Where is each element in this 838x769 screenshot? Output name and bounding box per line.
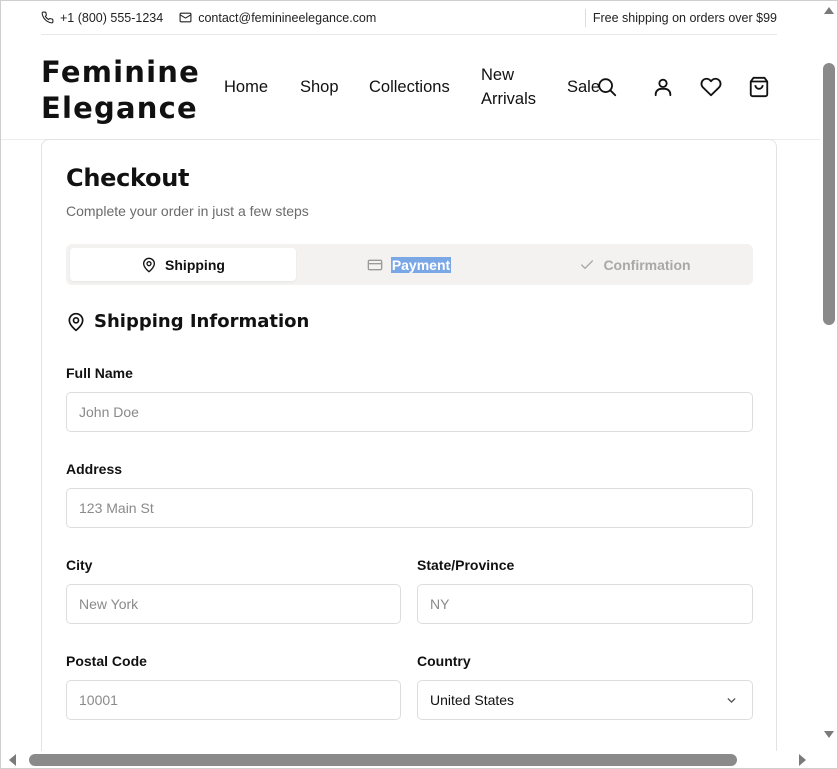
map-pin-icon bbox=[68, 312, 84, 331]
nav-new-arrivals-line1: New bbox=[481, 66, 515, 84]
scroll-down-arrow[interactable] bbox=[824, 731, 834, 738]
site-header: Feminine Elegance Home Shop Collections … bbox=[1, 36, 837, 140]
mail-icon bbox=[179, 12, 192, 23]
tab-confirmation-label: Confirmation bbox=[603, 256, 691, 273]
address-field[interactable] bbox=[66, 488, 753, 528]
nav-home[interactable]: Home bbox=[224, 75, 268, 99]
full-name-label: Full Name bbox=[66, 365, 133, 381]
nav-collections[interactable]: Collections bbox=[369, 75, 450, 99]
site-logo[interactable]: Feminine Elegance bbox=[41, 54, 200, 126]
vertical-scrollbar[interactable] bbox=[820, 1, 837, 753]
scroll-right-arrow[interactable] bbox=[799, 754, 806, 766]
top-info-bar: +1 (800) 555-1234 contact@feminineelegan… bbox=[41, 1, 777, 35]
section-heading: Shipping Information bbox=[66, 311, 309, 332]
chevron-down-icon bbox=[727, 698, 736, 704]
heart-icon[interactable] bbox=[700, 76, 722, 98]
tab-confirmation[interactable]: Confirmation bbox=[522, 248, 748, 281]
page-subtitle: Complete your order in just a few steps bbox=[66, 203, 309, 219]
tab-payment-label: Payment bbox=[390, 256, 452, 273]
full-name-field[interactable] bbox=[66, 392, 753, 432]
phone-contact[interactable]: +1 (800) 555-1234 bbox=[41, 11, 163, 25]
horizontal-scroll-thumb[interactable] bbox=[29, 754, 737, 766]
phone-icon bbox=[41, 11, 54, 24]
shopping-bag-icon[interactable] bbox=[748, 76, 770, 98]
nav-shop[interactable]: Shop bbox=[300, 75, 339, 99]
country-label: Country bbox=[417, 653, 471, 669]
city-field[interactable] bbox=[66, 584, 401, 624]
check-icon bbox=[581, 259, 594, 269]
nav-new-arrivals-line2: Arrivals bbox=[481, 90, 537, 108]
postal-code-label: Postal Code bbox=[66, 653, 147, 669]
vertical-scroll-thumb[interactable] bbox=[823, 63, 835, 325]
state-label: State/Province bbox=[417, 557, 515, 573]
email-contact[interactable]: contact@feminineelegance.com bbox=[179, 11, 376, 25]
credit-card-icon bbox=[367, 259, 383, 270]
state-field[interactable] bbox=[417, 584, 753, 624]
phone-number: +1 (800) 555-1234 bbox=[60, 10, 164, 25]
scroll-up-arrow[interactable] bbox=[824, 7, 834, 14]
logo-line-2: Elegance bbox=[41, 91, 198, 125]
postal-code-field[interactable] bbox=[66, 680, 401, 720]
tab-shipping-label: Shipping bbox=[165, 256, 225, 273]
tab-shipping[interactable]: Shipping bbox=[70, 248, 296, 281]
nav-new-arrivals[interactable]: New Arrivals bbox=[481, 63, 536, 111]
checkout-card: Checkout Complete your order in just a f… bbox=[41, 139, 777, 768]
address-label: Address bbox=[66, 461, 123, 477]
horizontal-scrollbar[interactable] bbox=[1, 751, 837, 768]
logo-line-1: Feminine bbox=[41, 55, 200, 89]
scroll-left-arrow[interactable] bbox=[9, 754, 16, 766]
city-label: City bbox=[66, 557, 93, 573]
search-icon[interactable] bbox=[596, 76, 618, 98]
shipping-promo: Free shipping on orders over $99 bbox=[592, 11, 777, 25]
browser-viewport: +1 (800) 555-1234 contact@feminineelegan… bbox=[0, 0, 838, 769]
topbar-divider bbox=[585, 9, 586, 27]
checkout-steps: Shipping Payment Confirmation bbox=[66, 244, 753, 285]
map-pin-icon bbox=[143, 257, 156, 273]
country-select[interactable]: United States bbox=[417, 680, 753, 720]
section-heading-text: Shipping Information bbox=[94, 311, 310, 332]
tab-payment[interactable]: Payment bbox=[296, 248, 522, 281]
page-title: Checkout bbox=[66, 164, 190, 192]
user-icon[interactable] bbox=[652, 76, 674, 98]
email-address: contact@feminineelegance.com bbox=[198, 10, 377, 25]
country-value: United States bbox=[430, 692, 515, 708]
